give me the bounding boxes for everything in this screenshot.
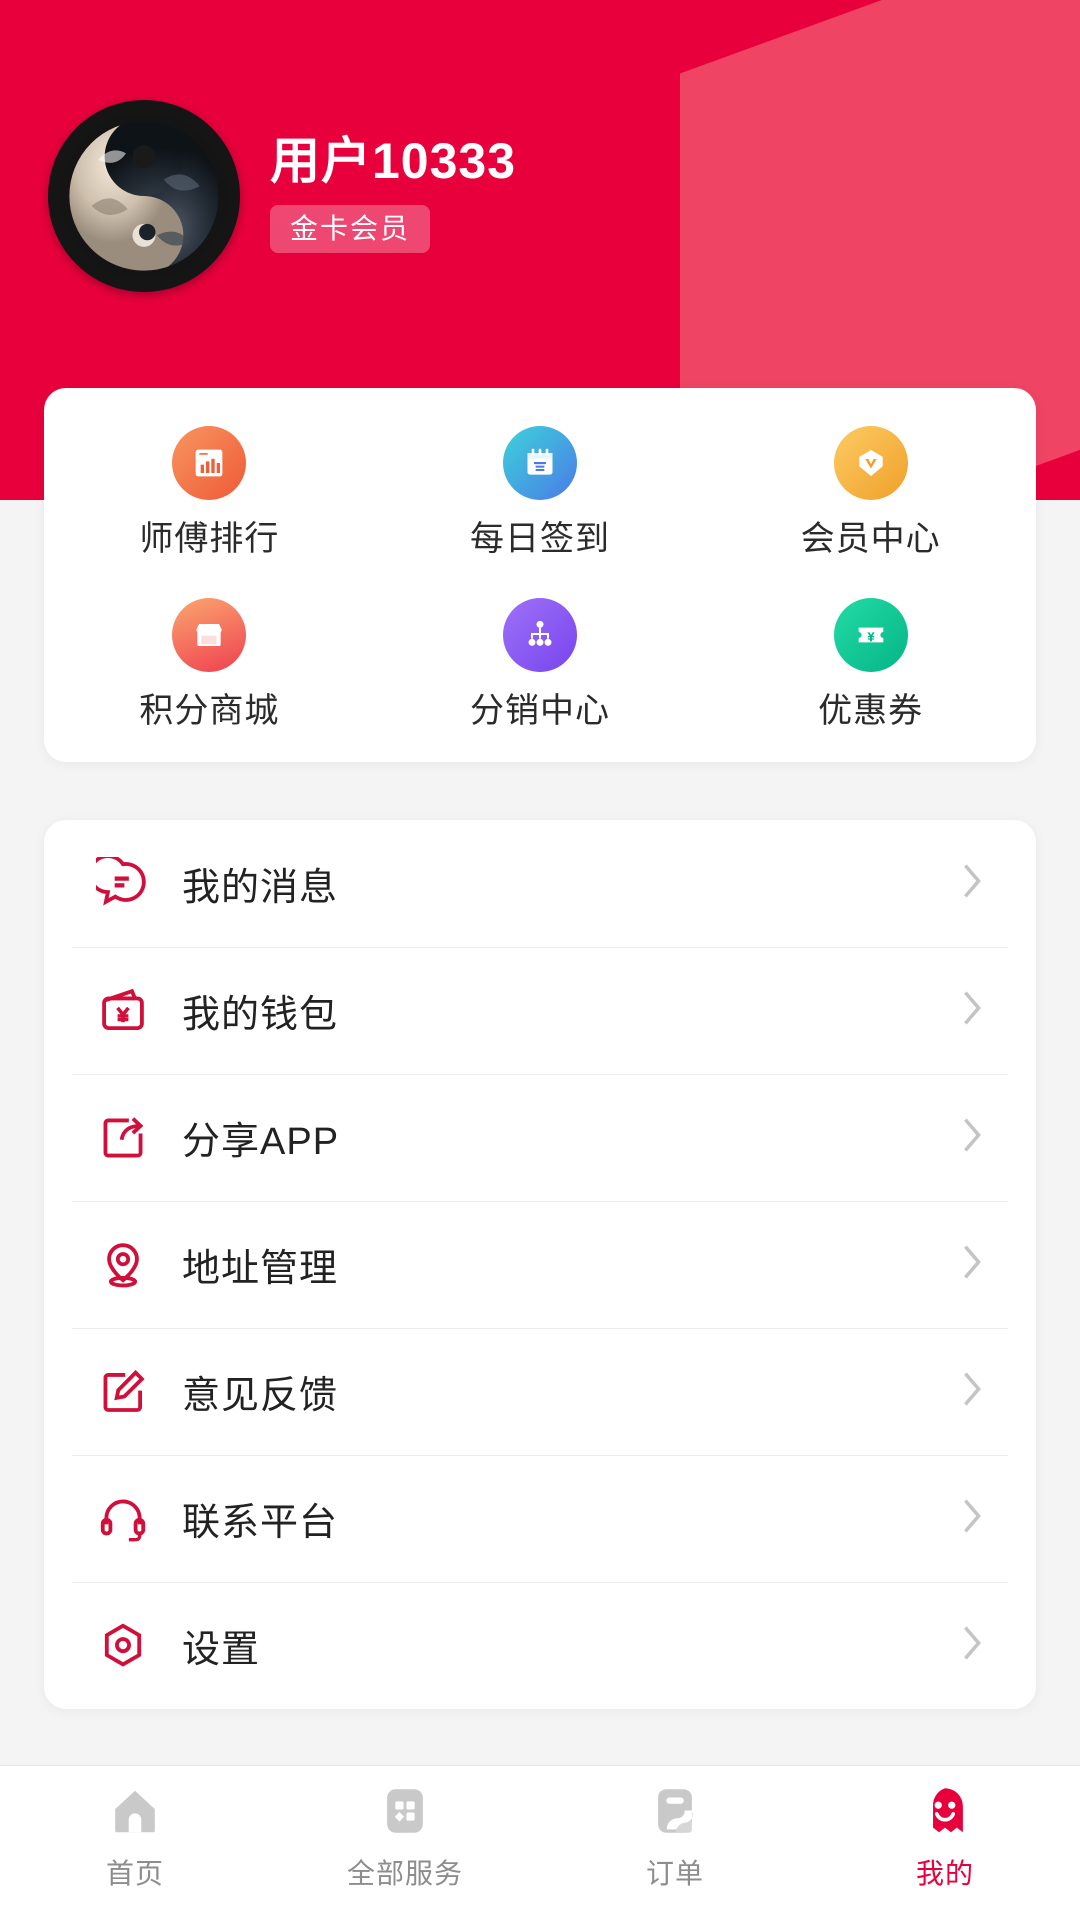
bottom-tab-bar: 首页 全部服务 订单 我的 <box>0 1765 1080 1920</box>
menu-item-label: 我的消息 <box>182 867 339 909</box>
profile-smiley-icon <box>914 1780 976 1842</box>
hierarchy-network-icon <box>503 598 577 672</box>
chevron-right-icon <box>958 1240 986 1289</box>
avatar[interactable] <box>48 100 240 292</box>
menu-item-label: 意见反馈 <box>182 1375 339 1417</box>
tab-home[interactable]: 首页 <box>0 1780 270 1892</box>
quick-action-label: 师傅排行 <box>139 520 280 558</box>
menu-item-contact-platform[interactable]: 联系平台 <box>72 1455 1008 1582</box>
grid-services-icon <box>374 1780 436 1842</box>
edit-pencil-icon <box>94 1363 152 1421</box>
menu-item-label: 设置 <box>182 1629 261 1671</box>
menu-item-label: 分享APP <box>182 1121 340 1163</box>
profile-text: 用户10333 金卡会员 <box>270 132 517 259</box>
menu-item-address[interactable]: 地址管理 <box>72 1201 1008 1328</box>
chat-bubble-icon <box>94 855 152 913</box>
tab-profile[interactable]: 我的 <box>810 1780 1080 1892</box>
membership-badge: 金卡会员 <box>270 204 431 253</box>
quick-action-points-mall[interactable]: 积分商城 <box>44 598 375 728</box>
order-list-icon <box>644 1780 706 1842</box>
menu-item-label: 我的钱包 <box>182 994 339 1036</box>
menu-item-settings[interactable]: 设置 <box>72 1582 1008 1709</box>
diamond-vip-icon <box>833 426 908 500</box>
quick-action-label: 会员中心 <box>800 520 941 558</box>
quick-action-label: 优惠券 <box>818 692 924 730</box>
tab-label: 全部服务 <box>346 1858 463 1889</box>
quick-action-member-center[interactable]: 会员中心 <box>705 426 1036 556</box>
chevron-right-icon <box>958 1113 986 1162</box>
chevron-right-icon <box>958 1494 986 1543</box>
calendar-check-icon <box>503 426 577 500</box>
home-icon <box>104 1780 166 1842</box>
settings-hexagon-icon <box>94 1617 152 1675</box>
menu-item-label: 地址管理 <box>182 1248 339 1290</box>
bar-chart-icon <box>172 426 247 500</box>
quick-action-label: 积分商城 <box>139 692 280 730</box>
tab-label: 首页 <box>105 1858 164 1889</box>
quick-actions-row-1: 师傅排行 每日签到 会员中心 <box>44 426 1036 556</box>
wallet-yuan-icon <box>94 982 152 1040</box>
yin-yang-avatar-icon <box>62 114 226 278</box>
quick-actions-row-2: 积分商城 分销中心 优惠券 <box>44 598 1036 728</box>
content-bottom-spacer <box>0 1703 1080 1765</box>
tab-orders[interactable]: 订单 <box>540 1780 810 1892</box>
tab-all-services[interactable]: 全部服务 <box>270 1780 540 1892</box>
quick-actions-card: 师傅排行 每日签到 会员中心 积分商城 分销中心 优惠券 <box>44 388 1036 762</box>
location-pin-icon <box>94 1236 152 1294</box>
share-export-icon <box>94 1109 152 1167</box>
menu-item-wallet[interactable]: 我的钱包 <box>72 947 1008 1074</box>
quick-action-label: 分销中心 <box>470 692 610 730</box>
profile-block[interactable]: 用户10333 金卡会员 <box>48 100 516 292</box>
headset-support-icon <box>94 1490 152 1548</box>
shop-store-icon <box>172 598 247 672</box>
menu-item-feedback[interactable]: 意见反馈 <box>72 1328 1008 1455</box>
chevron-right-icon <box>958 859 986 908</box>
quick-action-label: 每日签到 <box>470 520 610 558</box>
app-screen: 用户10333 金卡会员 师傅排行 每日签到 会员中心 积分商城 分销中心 优惠… <box>0 0 1080 1920</box>
coupon-ticket-icon <box>833 598 908 672</box>
chevron-right-icon <box>958 986 986 1035</box>
menu-item-messages[interactable]: 我的消息 <box>72 820 1008 947</box>
settings-menu-card: 我的消息 我的钱包 分享APP 地址管理 意见反馈 联系平台 设置 <box>44 820 1036 1709</box>
chevron-right-icon <box>958 1621 986 1670</box>
quick-action-daily-checkin[interactable]: 每日签到 <box>375 426 706 556</box>
tab-label: 订单 <box>645 1858 704 1889</box>
menu-item-label: 联系平台 <box>182 1502 339 1544</box>
tab-label: 我的 <box>915 1858 974 1889</box>
username: 用户10333 <box>270 132 517 189</box>
quick-action-coupon[interactable]: 优惠券 <box>705 598 1036 728</box>
chevron-right-icon <box>958 1367 986 1416</box>
quick-action-ranking[interactable]: 师傅排行 <box>44 426 375 556</box>
quick-action-distribution-center[interactable]: 分销中心 <box>375 598 706 728</box>
menu-item-share-app[interactable]: 分享APP <box>72 1074 1008 1201</box>
